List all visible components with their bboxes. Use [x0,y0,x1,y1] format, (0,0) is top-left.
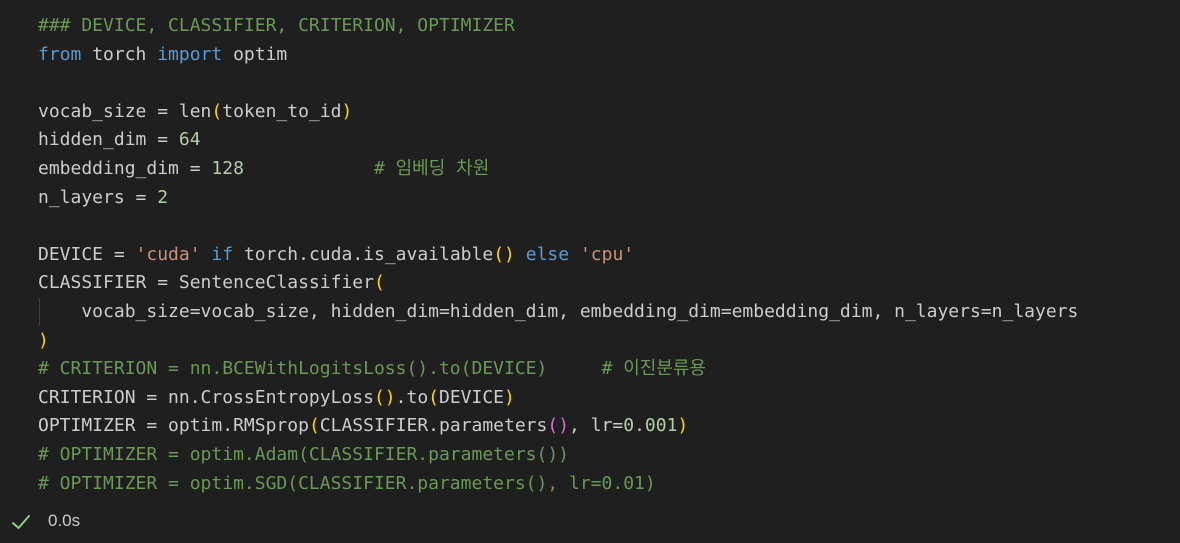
code-token-default: .to [395,386,429,408]
code-token-default [569,244,580,265]
code-token-default: , lr= [569,415,624,437]
code-token-keyword: else [525,243,570,265]
code-token-default [201,244,212,265]
code-token-default: CLASSIFIER = SentenceClassifier [38,272,374,294]
code-token-bracket-gold: ) [677,415,689,437]
code-token-string: 'cuda' [135,243,201,265]
code-token-default: token_to_id [222,100,342,122]
code-line: from torch import optim [38,41,1078,70]
code-line: DEVICE = 'cuda' if torch.cuda.is_availab… [38,241,1078,270]
code-token-bracket-gold: ( [211,100,223,122]
code-line: ) [38,327,1078,356]
code-token-bracket-gold: () [373,386,396,408]
code-token-number: 2 [157,186,169,208]
code-token-default: torch.cuda.is_available [233,243,494,265]
code-token-bracket-gold: () [493,243,515,265]
code-line: n_layers = 2 [38,184,1078,213]
code-token-comment: # OPTIMIZER = optim.Adam(CLASSIFIER.para… [38,443,570,465]
code-line: embedding_dim = 128 # 임베딩 차원 [38,155,1078,184]
code-token-default: OPTIMIZER = optim.RMSprop [38,415,309,437]
code-token-default: CRITERION = nn.CrossEntropyLoss [38,386,374,408]
cell-execution-status: 0.0s [0,503,1180,543]
code-token-default: optim [222,43,288,65]
code-token-default: DEVICE = [38,243,136,265]
code-line: CRITERION = nn.CrossEntropyLoss().to(DEV… [38,384,1078,413]
code-token-default: vocab_size = len [38,100,212,122]
code-token-default: DEVICE [439,386,505,408]
code-token-default: n_layers = [38,186,158,208]
code-token-bracket-gold: ) [341,100,353,122]
code-token-keyword: from [38,43,82,65]
execution-time: 0.0s [48,511,81,530]
code-token-bracket-gold: ) [504,386,515,408]
code-token-number: 64 [178,129,201,151]
code-token-keyword: if [211,243,234,265]
code-line: vocab_size = len(token_to_id) [38,98,1078,127]
code-token-comment: # OPTIMIZER = optim.SGD(CLASSIFIER.param… [38,472,656,494]
code-line: OPTIMIZER = optim.RMSprop(CLASSIFIER.par… [38,412,1078,441]
code-token-bracket-gold: ( [308,415,320,437]
code-token-bracket-gold: ( [373,272,385,294]
code-token-number: 0.001 [623,415,678,437]
code-token-default: torch [81,43,158,65]
code-token-default [515,244,526,265]
code-token-comment: # 임베딩 차원 [373,157,490,179]
code-token-default: hidden_dim = [38,129,179,151]
code-line: # OPTIMIZER = optim.SGD(CLASSIFIER.param… [38,470,1078,499]
code-cell-editor[interactable]: ### DEVICE, CLASSIFIER, CRITERION, OPTIM… [0,0,1180,503]
code-line: # OPTIMIZER = optim.Adam(CLASSIFIER.para… [38,441,1078,470]
code-block: ### DEVICE, CLASSIFIER, CRITERION, OPTIM… [38,12,1078,498]
code-token-default: CLASSIFIER.parameters [319,415,548,437]
code-token-bracket-gold: ) [38,329,49,351]
code-token-keyword: import [157,43,223,65]
code-line: vocab_size=vocab_size, hidden_dim=hidden… [38,298,1078,327]
code-token-comment: ### DEVICE, CLASSIFIER, CRITERION, OPTIM… [38,15,515,36]
code-token-comment: # CRITERION = nn.BCEWithLogitsLoss().to(… [38,358,706,380]
code-token-default: embedding_dim = [38,157,212,179]
code-token-bracket-gold: ( [428,386,439,408]
code-line: # CRITERION = nn.BCEWithLogitsLoss().to(… [38,355,1078,384]
code-line: ### DEVICE, CLASSIFIER, CRITERION, OPTIM… [38,12,1078,41]
code-token-default [244,158,374,179]
check-icon [10,511,32,533]
code-token-default: vocab_size=vocab_size, hidden_dim=hidden… [38,300,1079,322]
code-token-number: 128 [211,157,244,179]
code-token-string: 'cpu' [579,243,635,265]
code-token-bracket-purple: () [547,415,570,437]
code-line: hidden_dim = 64 [38,126,1078,155]
code-line: CLASSIFIER = SentenceClassifier( [38,269,1078,298]
